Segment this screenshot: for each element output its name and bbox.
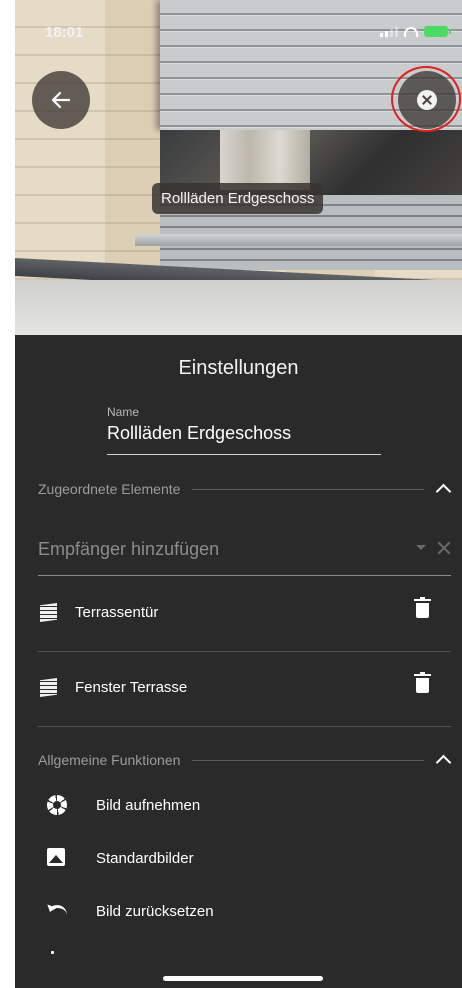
name-field-underline xyxy=(107,454,381,455)
take-photo-button[interactable]: Bild aufnehmen xyxy=(38,792,451,822)
partial-item-icon xyxy=(51,951,54,954)
close-button[interactable] xyxy=(398,71,456,129)
arrow-left-icon xyxy=(51,91,71,109)
divider xyxy=(192,759,424,761)
trash-icon[interactable] xyxy=(414,672,431,693)
name-field-label: Name xyxy=(107,405,140,419)
signal-icon xyxy=(380,26,398,37)
app-screen: 18:01 Rollläden Erdgeschoss Einstellunge… xyxy=(15,0,462,988)
reset-image-button[interactable]: Bild zurücksetzen xyxy=(38,898,451,928)
list-item-label: Fenster Terrasse xyxy=(75,679,188,696)
image-icon xyxy=(47,848,65,866)
status-icons xyxy=(380,26,451,37)
home-indicator[interactable] xyxy=(163,976,323,981)
recipient-select[interactable]: Empfänger hinzufügen xyxy=(38,531,451,576)
list-item-label: Terrassentür xyxy=(75,604,159,621)
chevron-up-icon[interactable] xyxy=(435,483,452,499)
clear-icon[interactable] xyxy=(436,540,452,556)
undo-icon xyxy=(47,905,67,917)
list-item[interactable]: Terrassentür xyxy=(38,577,451,652)
hero-image: 18:01 Rollläden Erdgeschoss xyxy=(15,0,462,335)
roller-blind-icon xyxy=(40,678,57,697)
group-name-label: Rollläden Erdgeschoss xyxy=(152,183,324,214)
wifi-icon xyxy=(404,26,418,37)
section-title: Allgemeine Funktionen xyxy=(38,752,181,768)
chevron-up-icon[interactable] xyxy=(435,754,452,770)
camera-shutter-icon xyxy=(47,795,67,815)
general-functions-header[interactable]: Allgemeine Funktionen xyxy=(38,748,452,772)
default-images-button[interactable]: Standardbilder xyxy=(38,845,451,875)
battery-icon xyxy=(424,26,451,37)
status-time: 18:01 xyxy=(45,24,84,41)
recipient-placeholder: Empfänger hinzufügen xyxy=(38,539,220,559)
list-item[interactable]: Fenster Terrasse xyxy=(38,652,451,727)
divider xyxy=(192,488,424,490)
function-label: Bild aufnehmen xyxy=(96,797,201,814)
window-sill xyxy=(135,234,462,246)
trash-icon[interactable] xyxy=(414,597,431,618)
ground xyxy=(15,280,462,335)
curtain xyxy=(220,130,310,190)
back-button[interactable] xyxy=(32,71,90,129)
function-label: Bild zurücksetzen xyxy=(96,903,214,920)
close-icon xyxy=(417,90,437,110)
section-title: Zugeordnete Elemente xyxy=(38,481,181,497)
dropdown-caret-icon[interactable] xyxy=(416,545,426,550)
assigned-elements-header[interactable]: Zugeordnete Elemente xyxy=(38,477,452,501)
roller-blind-icon xyxy=(40,603,57,622)
function-label: Standardbilder xyxy=(96,850,194,867)
name-field[interactable]: Rollläden Erdgeschoss xyxy=(107,423,291,444)
page-title: Einstellungen xyxy=(178,357,299,379)
